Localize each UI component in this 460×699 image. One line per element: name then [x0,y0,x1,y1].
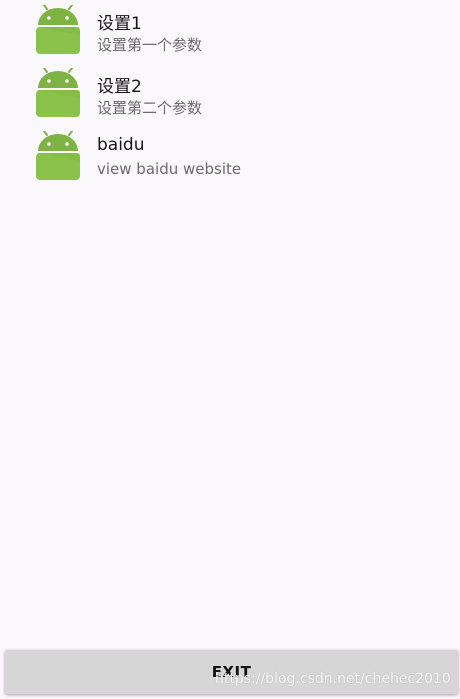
app-screen: 设置1 设置第一个参数 设置2 设置第二个参数 baidu view baidu… [0,0,460,699]
android-icon [36,5,80,54]
list-item[interactable]: baidu view baidu website [0,126,460,189]
android-icon [36,131,80,180]
item-title: 设置2 [97,77,142,97]
settings-list: 设置1 设置第一个参数 设置2 设置第二个参数 baidu view baidu… [0,0,460,189]
exit-button[interactable]: EXIT [5,650,458,694]
item-subtitle: 设置第二个参数 [97,99,203,117]
item-subtitle: 设置第一个参数 [97,36,203,54]
android-icon [36,68,80,117]
item-title: 设置1 [97,14,142,34]
item-title: baidu [97,135,145,155]
list-item[interactable]: 设置2 设置第二个参数 [0,63,460,126]
list-item[interactable]: 设置1 设置第一个参数 [0,0,460,63]
item-subtitle: view baidu website [97,160,242,178]
